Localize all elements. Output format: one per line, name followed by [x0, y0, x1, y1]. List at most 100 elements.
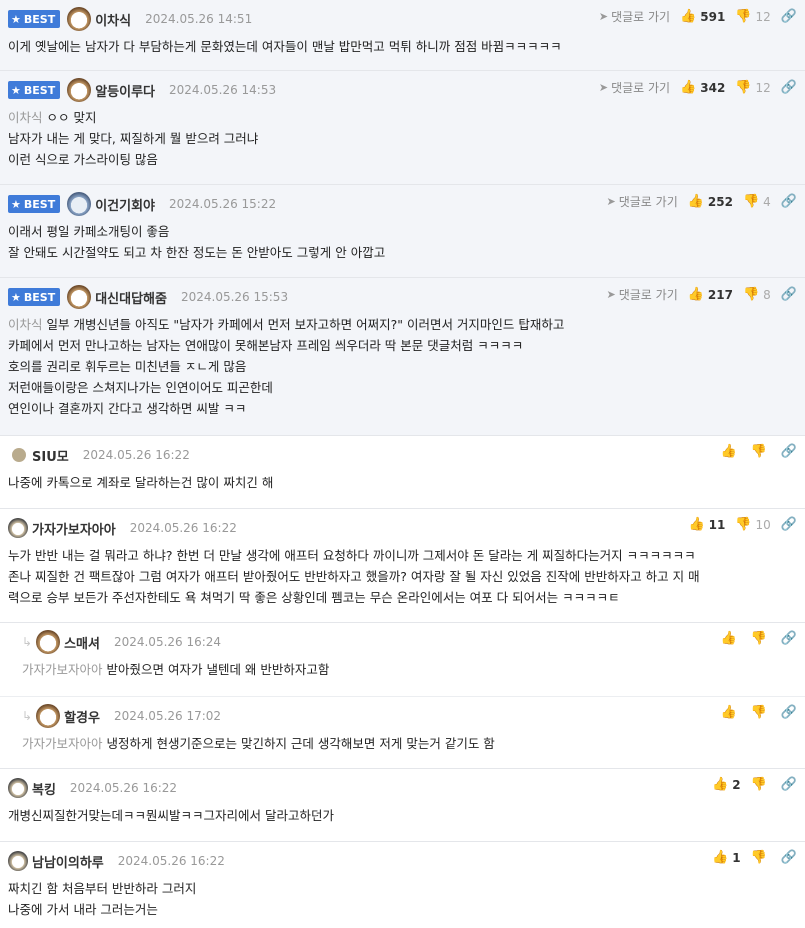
timestamp: 2024.05.26 16:22 — [69, 781, 178, 795]
share-button[interactable]: 🔗 — [781, 631, 797, 646]
dislike-button[interactable]: 👎 — [751, 631, 771, 646]
goto-comment-link[interactable]: ➤ 댓글로 가기 — [607, 286, 678, 303]
dislike-button[interactable]: 👎 — [751, 705, 771, 720]
nickname[interactable]: 대신대답해줌 — [95, 288, 167, 307]
best-comment: ★ BEST 이차식 2024.05.26 14:51 ➤ 댓글로 가기 👍 591 … — [0, 0, 805, 71]
thumbs-down-icon: 👎 — [735, 517, 752, 532]
thumbs-down-icon: 👎 — [750, 631, 767, 646]
like-button[interactable]: 👍 2 — [712, 777, 741, 792]
nickname[interactable]: 복킹 — [32, 779, 56, 798]
thumbs-down-icon: 👎 — [735, 80, 752, 95]
dislike-button[interactable]: 👎 — [751, 444, 771, 459]
reply-arrow-icon: ↳ — [22, 635, 33, 649]
share-button[interactable]: 🔗 — [781, 287, 797, 302]
timestamp: 2024.05.26 16:22 — [129, 521, 237, 535]
link-icon: 🔗 — [780, 777, 797, 792]
nickname[interactable]: 이건기회야 — [95, 195, 155, 214]
reply-comment: ↳ 할경우 2024.05.26 17:02 👍 👎 🔗 가자가보자아아 냉정하게… — [0, 696, 805, 769]
avatar[interactable] — [36, 630, 61, 654]
avatar[interactable] — [8, 518, 28, 538]
share-button[interactable]: 🔗 — [781, 705, 797, 720]
share-button[interactable]: 🔗 — [781, 777, 797, 792]
like-button[interactable]: 👍 11 — [688, 517, 725, 532]
dislike-button[interactable]: 👎 8 — [743, 287, 771, 302]
send-icon: ➤ — [598, 81, 609, 94]
mention[interactable]: 이차식 — [8, 317, 43, 332]
thumbs-up-icon: 👍 — [720, 444, 737, 459]
timestamp: 2024.05.26 15:22 — [169, 197, 277, 211]
thumbs-up-icon: 👍 — [712, 777, 729, 792]
thumbs-up-icon: 👍 — [687, 194, 704, 209]
share-button[interactable]: 🔗 — [781, 517, 797, 532]
goto-comment-link[interactable]: ➤ 댓글로 가기 — [599, 8, 670, 25]
dislike-button[interactable]: 👎 — [751, 777, 771, 792]
nickname[interactable]: 이차식 — [95, 10, 131, 29]
thumbs-up-icon: 👍 — [720, 705, 737, 720]
comment-body: 가자가보자아아 냉정하게 현생기준으로는 맞긴하지 근데 생각해보면 저게 맞는거… — [22, 736, 495, 751]
best-comment: ★ BEST 이건기회야 2024.05.26 15:22 ➤ 댓글로 가기 👍 25… — [0, 185, 805, 278]
mention[interactable]: 가자가보자아아 — [22, 662, 103, 677]
avatar[interactable] — [8, 851, 28, 871]
thumbs-up-icon: 👍 — [687, 287, 704, 302]
thumbs-down-icon: 👎 — [750, 777, 767, 792]
dislike-button[interactable]: 👎 12 — [735, 80, 770, 95]
comment-body: 이차식 ㅇㅇ 맞지 남자가 내는 게 맞다, 찌질하게 뭘 받으려 그러냐 이런 … — [8, 110, 259, 167]
link-icon: 🔗 — [780, 517, 797, 532]
avatar[interactable] — [67, 7, 92, 31]
mention[interactable]: 이차식 — [8, 110, 43, 125]
link-icon: 🔗 — [780, 287, 797, 302]
like-button[interactable]: 👍 217 — [688, 287, 733, 302]
link-icon: 🔗 — [780, 9, 797, 24]
like-button[interactable]: 👍 — [720, 705, 740, 720]
like-button[interactable]: 👍 342 — [680, 80, 725, 95]
avatar[interactable] — [67, 285, 92, 309]
like-button[interactable]: 👍 1 — [712, 850, 741, 865]
nickname[interactable]: 가자가보자아아 — [32, 519, 116, 538]
avatar[interactable] — [12, 448, 26, 462]
share-button[interactable]: 🔗 — [781, 80, 797, 95]
timestamp: 2024.05.26 14:51 — [145, 12, 253, 26]
comment-body: 이차식 일부 개병신년들 아직도 "남자가 카페에서 먼저 보자고하면 어쩌지?"… — [8, 317, 565, 416]
nickname[interactable]: SIU모 — [32, 446, 69, 465]
like-button[interactable]: 👍 — [720, 444, 740, 459]
nickname[interactable]: 남남이의하루 — [32, 852, 104, 871]
avatar[interactable] — [8, 778, 28, 798]
avatar[interactable] — [67, 192, 92, 216]
dislike-button[interactable]: 👎 12 — [735, 9, 770, 24]
comment-body: 이래서 평일 카페소개팅이 좋음 잘 안돼도 시간절약도 되고 차 한잔 정도는… — [8, 224, 386, 260]
like-button[interactable]: 👍 252 — [688, 194, 733, 209]
share-button[interactable]: 🔗 — [781, 444, 797, 459]
share-button[interactable]: 🔗 — [781, 850, 797, 865]
avatar[interactable] — [67, 78, 92, 102]
thumbs-down-icon: 👎 — [735, 9, 752, 24]
dislike-button[interactable]: 👎 4 — [743, 194, 771, 209]
star-icon: ★ — [11, 197, 21, 211]
nickname[interactable]: 스매셔 — [64, 633, 100, 652]
avatar[interactable] — [36, 704, 61, 728]
dislike-button[interactable]: 👎 — [751, 850, 771, 865]
link-icon: 🔗 — [780, 194, 797, 209]
link-icon: 🔗 — [780, 444, 797, 459]
share-button[interactable]: 🔗 — [781, 9, 797, 24]
thumbs-up-icon: 👍 — [688, 517, 705, 532]
share-button[interactable]: 🔗 — [781, 194, 797, 209]
comment-body: 누가 반반 내는 걸 뭐라고 하냐? 한번 더 만날 생각에 애프터 요청하다 … — [8, 548, 700, 605]
thumbs-down-icon: 👎 — [742, 194, 760, 209]
timestamp: 2024.05.26 16:22 — [117, 854, 225, 868]
timestamp: 2024.05.26 17:02 — [113, 709, 222, 723]
best-badge: ★ BEST — [8, 10, 61, 28]
mention[interactable]: 가자가보자아아 — [22, 736, 103, 751]
comment-body: 개병신찌질한거맞는데ㅋㅋ뭔씨발ㅋㅋ그자리에서 달라고하던가 — [8, 808, 334, 823]
thumbs-down-icon: 👎 — [750, 850, 767, 865]
dislike-button[interactable]: 👎 10 — [735, 517, 770, 532]
comment-body: 이게 옛날에는 남자가 다 부담하는게 문화였는데 여자들이 맨날 밥만먹고 먹… — [8, 39, 562, 54]
thumbs-up-icon: 👍 — [680, 80, 697, 95]
goto-comment-link[interactable]: ➤ 댓글로 가기 — [599, 79, 670, 96]
nickname[interactable]: 알등이루다 — [95, 81, 155, 100]
nickname[interactable]: 할경우 — [64, 707, 100, 726]
goto-comment-link[interactable]: ➤ 댓글로 가기 — [607, 193, 678, 210]
timestamp: 2024.05.26 14:53 — [169, 83, 277, 97]
like-button[interactable]: 👍 591 — [680, 9, 725, 24]
reply-arrow-icon: ↳ — [22, 709, 33, 723]
like-button[interactable]: 👍 — [720, 631, 740, 646]
